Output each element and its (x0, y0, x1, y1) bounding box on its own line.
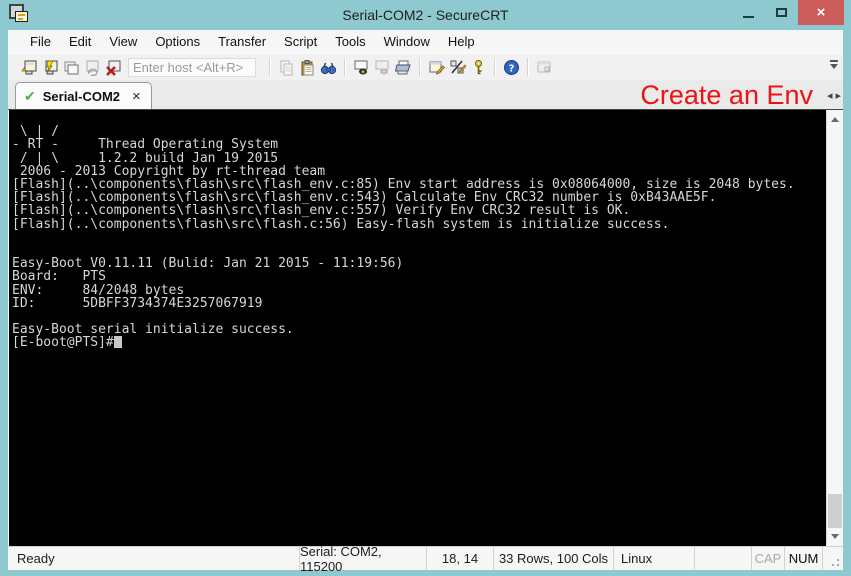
clone-session-icon[interactable] (61, 57, 81, 77)
terminal-text: \ | / - RT - Thread Operating System / |… (12, 124, 795, 350)
status-cursor-position: 18, 14 (426, 547, 493, 570)
window-title: Serial-COM2 - SecureCRT (0, 7, 851, 23)
host-input[interactable] (128, 58, 256, 77)
quick-connect-icon[interactable] (40, 57, 60, 77)
status-bar: Ready Serial: COM2, 115200 18, 14 33 Row… (8, 546, 843, 570)
find-icon[interactable] (318, 57, 338, 77)
toolbar-separator (494, 58, 496, 76)
title-bar[interactable]: Serial-COM2 - SecureCRT × (0, 0, 851, 30)
connected-check-icon: ✔ (24, 89, 36, 103)
toolbar: ? (8, 53, 843, 80)
tab-close-icon[interactable]: × (132, 89, 141, 104)
maximize-icon (776, 8, 787, 17)
toolbar-separator (419, 58, 421, 76)
vertical-scrollbar[interactable] (826, 110, 843, 546)
log-session-icon[interactable] (351, 57, 371, 77)
status-empty (694, 547, 751, 570)
scrollbar-thumb[interactable] (828, 494, 842, 528)
menu-view[interactable]: View (100, 31, 146, 52)
reconnect-icon[interactable] (82, 57, 102, 77)
svg-text:?: ? (508, 63, 514, 74)
tab-label: Serial-COM2 (43, 89, 120, 104)
close-icon: × (817, 4, 826, 21)
terminal-screen[interactable]: \ | / - RT - Thread Operating System / |… (8, 110, 826, 546)
menu-options[interactable]: Options (146, 31, 209, 52)
toolbar-separator (344, 58, 346, 76)
status-num-lock: NUM (784, 547, 822, 570)
arrow-up-icon (831, 117, 839, 122)
menu-file[interactable]: File (21, 31, 60, 52)
arrow-down-icon (831, 534, 839, 539)
print-icon[interactable] (393, 57, 413, 77)
connect-icon[interactable] (19, 57, 39, 77)
copy-icon[interactable] (276, 57, 296, 77)
session-manager-icon[interactable] (534, 57, 554, 77)
status-serial: Serial: COM2, 115200 (299, 547, 426, 570)
menu-window[interactable]: Window (375, 31, 439, 52)
menu-bar: File Edit View Options Transfer Script T… (8, 30, 843, 53)
status-ready: Ready (8, 547, 299, 570)
securecrt-window: Serial-COM2 - SecureCRT × File Edit View… (0, 0, 851, 576)
menu-tools[interactable]: Tools (326, 31, 374, 52)
terminal-cursor (114, 336, 122, 348)
menu-help[interactable]: Help (439, 31, 484, 52)
maximize-button[interactable] (765, 0, 798, 25)
help-icon[interactable]: ? (501, 57, 521, 77)
scroll-up-button[interactable] (827, 112, 843, 127)
chevron-down-icon (830, 64, 838, 69)
session-options-icon[interactable] (426, 57, 446, 77)
tab-scroll-right-icon[interactable]: ▸ (835, 89, 841, 102)
scroll-down-button[interactable] (827, 529, 843, 544)
disconnect-icon[interactable] (103, 57, 123, 77)
menu-transfer[interactable]: Transfer (209, 31, 275, 52)
toolbar-separator (269, 58, 271, 76)
tab-serial-com2[interactable]: ✔ Serial-COM2 × (15, 82, 152, 109)
close-button[interactable]: × (798, 0, 844, 25)
toolbar-overflow-button[interactable] (828, 60, 840, 69)
tab-scroll-left-icon[interactable]: ◂ (827, 89, 833, 102)
status-caps-lock: CAP (751, 547, 784, 570)
status-emulation: Linux (613, 547, 694, 570)
status-terminal-size: 33 Rows, 100 Cols (493, 547, 613, 570)
menu-edit[interactable]: Edit (60, 31, 100, 52)
resize-grip[interactable] (822, 547, 843, 570)
session-area: \ | / - RT - Thread Operating System / |… (8, 110, 843, 546)
raw-log-session-icon[interactable] (372, 57, 392, 77)
annotation-create-an-env: Create an Env (640, 80, 813, 110)
minimize-button[interactable] (732, 0, 765, 25)
paste-icon[interactable] (297, 57, 317, 77)
keymap-editor-icon[interactable] (447, 57, 467, 77)
menu-script[interactable]: Script (275, 31, 326, 52)
key-icon[interactable] (468, 57, 488, 77)
toolbar-separator (527, 58, 529, 76)
minimize-icon (743, 16, 754, 18)
tab-bar: ✔ Serial-COM2 × Create an Env ◂ ▸ (8, 80, 843, 110)
